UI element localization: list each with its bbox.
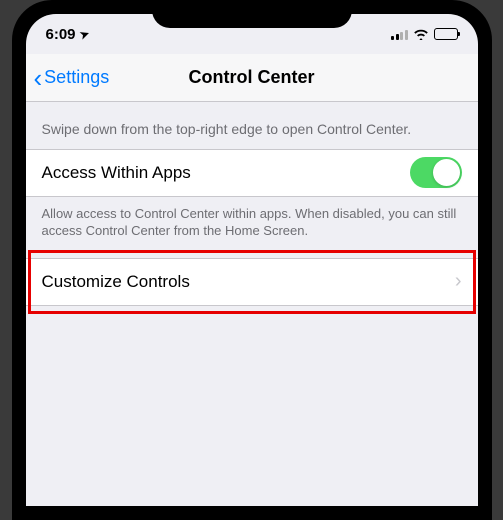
status-right (391, 28, 458, 40)
back-button[interactable]: ‹ Settings (26, 65, 110, 91)
status-time: 6:09 (46, 26, 76, 43)
content-area: Swipe down from the top-right edge to op… (26, 102, 478, 306)
back-label: Settings (44, 67, 109, 88)
access-within-apps-label: Access Within Apps (42, 163, 191, 183)
phone-frame: 6:09 ➤ ‹ Settings Control Center Swipe (12, 0, 492, 520)
chevron-right-icon: › (455, 270, 462, 293)
nav-bar: ‹ Settings Control Center (26, 54, 478, 102)
access-within-apps-row: Access Within Apps (26, 149, 478, 197)
chevron-left-icon: ‹ (34, 65, 43, 91)
access-footer-text: Allow access to Control Center within ap… (26, 197, 478, 258)
signal-icon (391, 29, 408, 40)
notch (152, 0, 352, 28)
status-left: 6:09 ➤ (46, 26, 89, 43)
access-within-apps-toggle[interactable] (410, 157, 462, 188)
intro-text: Swipe down from the top-right edge to op… (26, 102, 478, 149)
location-icon: ➤ (78, 26, 91, 41)
customize-controls-label: Customize Controls (42, 272, 190, 292)
customize-controls-row[interactable]: Customize Controls › (26, 258, 478, 306)
wifi-icon (413, 28, 429, 40)
screen: 6:09 ➤ ‹ Settings Control Center Swipe (26, 14, 478, 506)
page-title: Control Center (189, 67, 315, 88)
toggle-knob (433, 159, 460, 186)
battery-icon (434, 28, 458, 40)
